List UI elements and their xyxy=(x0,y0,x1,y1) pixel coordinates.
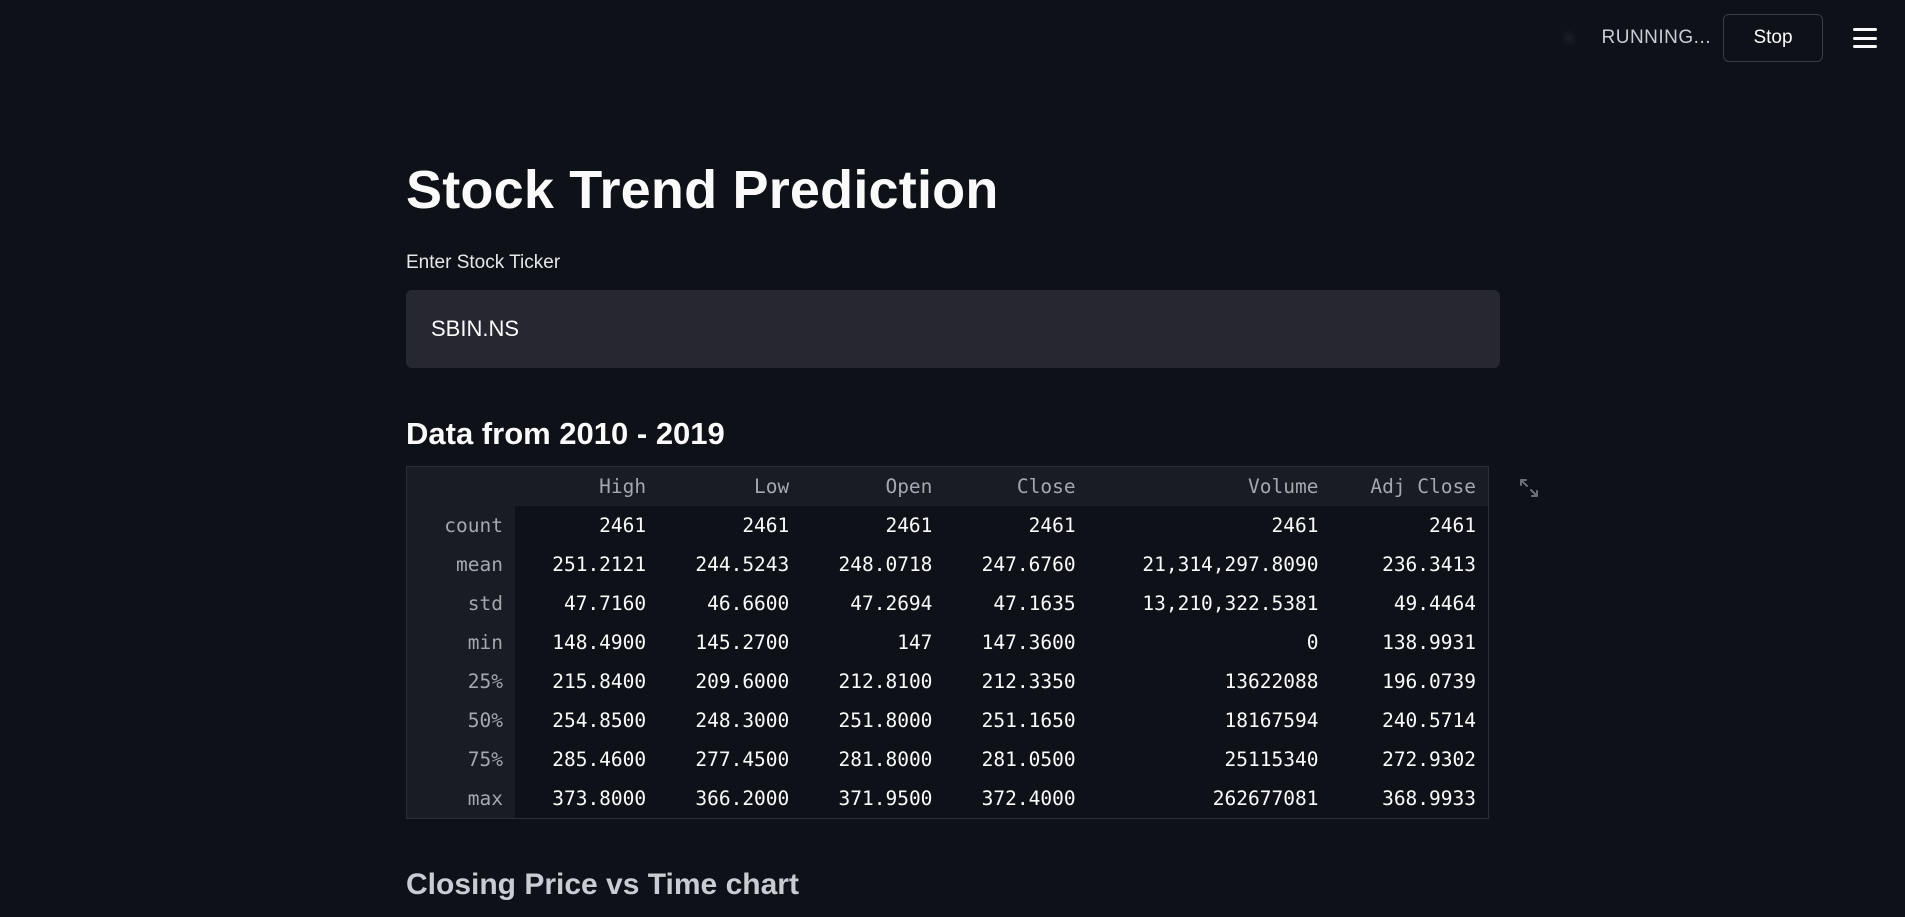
column-header[interactable]: Close xyxy=(944,466,1088,506)
expand-fullscreen-icon[interactable] xyxy=(1517,476,1541,500)
table-cell[interactable]: 247.6760 xyxy=(944,545,1088,584)
table-header-row: High Low Open Close Volume Adj Close xyxy=(406,466,1489,506)
table-cell[interactable]: 244.5243 xyxy=(658,545,802,584)
table-cell[interactable]: 25115340 xyxy=(1087,740,1331,779)
table-cell[interactable]: 148.4900 xyxy=(515,623,659,662)
page-title: Stock Trend Prediction xyxy=(406,160,999,220)
table-cell[interactable]: 2461 xyxy=(1087,506,1331,545)
table-cell[interactable]: 368.9933 xyxy=(1330,779,1489,819)
column-header[interactable]: Low xyxy=(658,466,802,506)
table-cell[interactable]: 209.6000 xyxy=(658,662,802,701)
table-cell[interactable]: 13,210,322.5381 xyxy=(1087,584,1331,623)
row-label: max xyxy=(406,779,515,819)
table-cell[interactable]: 285.4600 xyxy=(515,740,659,779)
hamburger-menu-icon[interactable] xyxy=(1853,28,1877,48)
table-row: 25% 215.8400 209.6000 212.8100 212.3350 … xyxy=(406,662,1489,701)
table-cell[interactable]: 46.6600 xyxy=(658,584,802,623)
row-label: count xyxy=(406,506,515,545)
table-cell[interactable]: 47.1635 xyxy=(944,584,1088,623)
table-cell[interactable]: 47.7160 xyxy=(515,584,659,623)
ticker-input-label: Enter Stock Ticker xyxy=(406,252,561,273)
table-cell[interactable]: 2461 xyxy=(944,506,1088,545)
table-cell[interactable]: 240.5714 xyxy=(1330,701,1489,740)
table-cell[interactable]: 254.8500 xyxy=(515,701,659,740)
table-cell[interactable]: 215.8400 xyxy=(515,662,659,701)
row-label: 75% xyxy=(406,740,515,779)
running-status: RUNNING... xyxy=(1601,27,1711,48)
table-cell[interactable]: 147 xyxy=(801,623,945,662)
top-toolbar: RUNNING... Stop xyxy=(1559,14,1905,62)
main-content: Stock Trend Prediction Enter Stock Ticke… xyxy=(406,150,1538,905)
table-cell[interactable]: 2461 xyxy=(1330,506,1489,545)
column-header[interactable]: High xyxy=(515,466,659,506)
table-cell[interactable]: 262677081 xyxy=(1087,779,1331,819)
table-cell[interactable]: 212.8100 xyxy=(801,662,945,701)
table-row: count 2461 2461 2461 2461 2461 2461 xyxy=(406,506,1489,545)
ticker-input[interactable] xyxy=(406,290,1500,368)
dataframe-container: High Low Open Close Volume Adj Close cou… xyxy=(406,466,1538,819)
table-cell[interactable]: 47.2694 xyxy=(801,584,945,623)
table-row: 50% 254.8500 248.3000 251.8000 251.1650 … xyxy=(406,701,1489,740)
table-cell[interactable]: 212.3350 xyxy=(944,662,1088,701)
table-cell[interactable]: 272.9302 xyxy=(1330,740,1489,779)
table-cell[interactable]: 373.8000 xyxy=(515,779,659,819)
data-section-title: Data from 2010 - 2019 xyxy=(406,416,725,451)
row-label: std xyxy=(406,584,515,623)
table-corner-cell xyxy=(406,466,515,506)
stop-button[interactable]: Stop xyxy=(1723,14,1823,62)
table-cell[interactable]: 2461 xyxy=(801,506,945,545)
table-cell[interactable]: 138.9931 xyxy=(1330,623,1489,662)
table-cell[interactable]: 277.4500 xyxy=(658,740,802,779)
table-row: 75% 285.4600 277.4500 281.8000 281.0500 … xyxy=(406,740,1489,779)
table-cell[interactable]: 251.1650 xyxy=(944,701,1088,740)
table-cell[interactable]: 251.2121 xyxy=(515,545,659,584)
row-label: 50% xyxy=(406,701,515,740)
table-cell[interactable]: 248.0718 xyxy=(801,545,945,584)
describe-table: High Low Open Close Volume Adj Close cou… xyxy=(406,466,1489,819)
table-cell[interactable]: 281.0500 xyxy=(944,740,1088,779)
table-cell[interactable]: 251.8000 xyxy=(801,701,945,740)
table-cell[interactable]: 145.2700 xyxy=(658,623,802,662)
table-row: std 47.7160 46.6600 47.2694 47.1635 13,2… xyxy=(406,584,1489,623)
table-cell[interactable]: 366.2000 xyxy=(658,779,802,819)
table-cell[interactable]: 21,314,297.8090 xyxy=(1087,545,1331,584)
column-header[interactable]: Open xyxy=(801,466,945,506)
streamlit-app: RUNNING... Stop Stock Trend Prediction E… xyxy=(0,0,1905,917)
table-cell[interactable]: 281.8000 xyxy=(801,740,945,779)
row-label: mean xyxy=(406,545,515,584)
row-label: min xyxy=(406,623,515,662)
column-header[interactable]: Volume xyxy=(1087,466,1331,506)
table-cell[interactable]: 13622088 xyxy=(1087,662,1331,701)
column-header[interactable]: Adj Close xyxy=(1330,466,1489,506)
table-cell[interactable]: 0 xyxy=(1087,623,1331,662)
table-cell[interactable]: 236.3413 xyxy=(1330,545,1489,584)
table-cell[interactable]: 248.3000 xyxy=(658,701,802,740)
row-label: 25% xyxy=(406,662,515,701)
running-man-icon xyxy=(1559,29,1578,47)
table-cell[interactable]: 2461 xyxy=(515,506,659,545)
table-cell[interactable]: 49.4464 xyxy=(1330,584,1489,623)
table-cell[interactable]: 372.4000 xyxy=(944,779,1088,819)
table-row: min 148.4900 145.2700 147 147.3600 0 138… xyxy=(406,623,1489,662)
table-cell[interactable]: 147.3600 xyxy=(944,623,1088,662)
table-row: mean 251.2121 244.5243 248.0718 247.6760… xyxy=(406,545,1489,584)
closing-price-chart-title: Closing Price vs Time chart xyxy=(406,868,799,901)
table-cell[interactable]: 18167594 xyxy=(1087,701,1331,740)
table-cell[interactable]: 196.0739 xyxy=(1330,662,1489,701)
table-cell[interactable]: 2461 xyxy=(658,506,802,545)
table-cell[interactable]: 371.9500 xyxy=(801,779,945,819)
table-row: max 373.8000 366.2000 371.9500 372.4000 … xyxy=(406,779,1489,819)
